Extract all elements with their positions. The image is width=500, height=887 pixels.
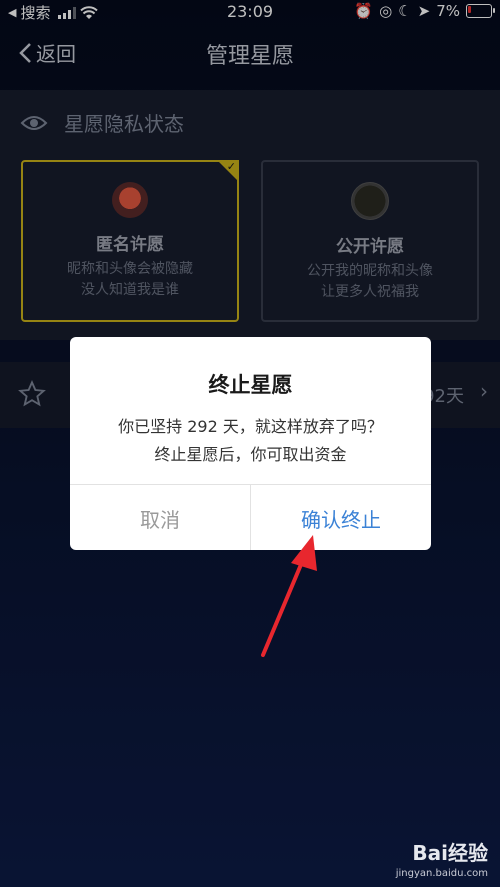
watermark-brand: Bai经验 — [412, 841, 488, 865]
terminate-dialog: 终止星愿 你已坚持 292 天，就这样放弃了吗？ 终止星愿后，你可取出资金 取消… — [70, 337, 431, 550]
dialog-message-line1: 你已坚持 292 天，就这样放弃了吗？ — [118, 417, 383, 436]
dialog-title: 终止星愿 — [208, 373, 293, 397]
dialog-buttons: 取消 确认终止 — [70, 484, 431, 550]
cancel-button[interactable]: 取消 — [70, 485, 251, 550]
baidu-watermark: Bai经验 jingyan.baidu.com — [396, 837, 488, 879]
dialog-message-line2: 终止星愿后，你可取出资金 — [154, 445, 347, 464]
annotation-arrow-icon — [261, 535, 317, 657]
watermark-url: jingyan.baidu.com — [395, 868, 488, 879]
